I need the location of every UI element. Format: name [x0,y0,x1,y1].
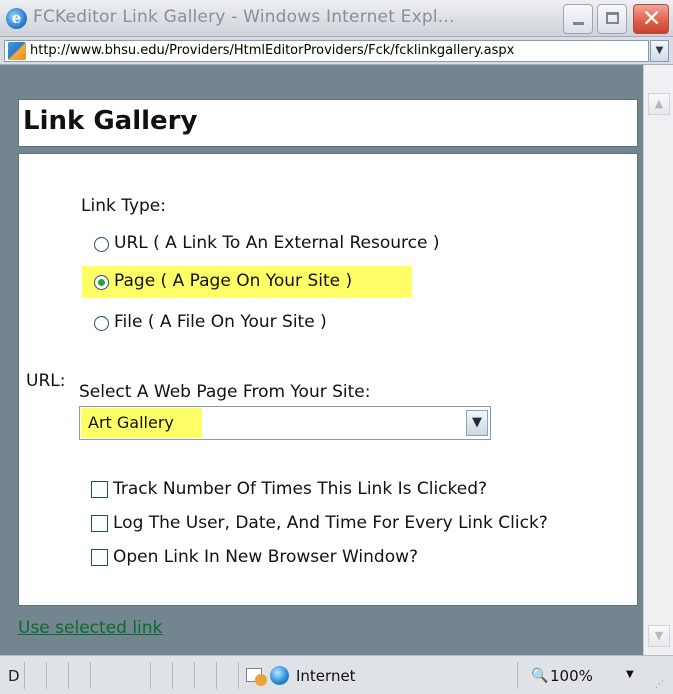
radio-page-label[interactable]: Page ( A Page On Your Site ) [114,271,352,291]
new-window-checkbox[interactable] [91,549,108,566]
vertical-scrollbar[interactable]: ▲ ▼ [643,65,673,655]
radio-url-label[interactable]: URL ( A Link To An External Resource ) [114,233,439,253]
status-divider [238,662,239,689]
address-dropdown-button[interactable]: ▼ [650,40,669,62]
page-select[interactable]: Art Gallery ▼ [79,406,491,440]
status-divider [68,662,69,689]
url-label: URL: [24,371,68,391]
chevron-down-icon[interactable]: ▼ [466,410,488,436]
scroll-up-icon[interactable]: ▲ [648,93,670,115]
close-icon: ✕ [642,6,662,32]
minimize-button[interactable] [563,4,593,34]
page-content: Link Gallery Link Type: URL ( A Link To … [0,65,643,655]
status-text: D [8,667,20,685]
internet-zone-icon [270,666,289,685]
close-button[interactable]: ✕ [633,4,669,34]
track-clicks-label[interactable]: Track Number Of Times This Link Is Click… [113,479,487,499]
header-box: Link Gallery [18,99,638,147]
title-bar: e FCKeditor Link Gallery - Windows Inter… [0,0,673,37]
scroll-down-icon[interactable]: ▼ [648,625,670,647]
link-type-label: Link Type: [81,196,166,216]
zoom-dropdown-icon[interactable]: ▼ [626,669,634,680]
log-user-checkbox[interactable] [91,515,108,532]
page-favicon-icon [8,42,26,60]
url-text[interactable]: http://www.bhsu.edu/Providers/HtmlEditor… [30,43,638,58]
status-divider [216,662,217,689]
radio-file[interactable] [94,316,109,331]
status-divider [517,662,518,689]
ie-logo-icon: e [6,8,27,29]
status-divider [172,662,173,689]
zoom-level[interactable]: 100% [550,667,593,685]
status-divider [24,662,25,689]
minimize-icon [573,22,584,25]
address-field[interactable]: http://www.bhsu.edu/Providers/HtmlEditor… [4,40,649,62]
status-bar: D Internet 🔍 100% ▼ ⋰ [0,655,673,694]
radio-page[interactable] [94,275,109,290]
address-bar: http://www.bhsu.edu/Providers/HtmlEditor… [0,37,673,65]
zoom-icon[interactable]: 🔍 [531,668,548,684]
link-form: Link Type: URL ( A Link To An External R… [18,153,638,606]
status-divider [194,662,195,689]
page-title: Link Gallery [23,106,198,136]
maximize-button[interactable] [597,4,627,34]
resize-grip-icon[interactable]: ⋰ [655,680,669,692]
selected-page: Art Gallery [88,413,174,432]
use-selected-link[interactable]: Use selected link [18,618,162,638]
status-divider [90,662,91,689]
status-divider [46,662,47,689]
track-clicks-checkbox[interactable] [91,481,108,498]
status-divider [150,662,151,689]
window-title: FCKeditor Link Gallery - Windows Interne… [33,7,455,27]
log-user-label[interactable]: Log The User, Date, And Time For Every L… [113,513,548,533]
warning-icon [255,674,267,686]
radio-url[interactable] [94,237,109,252]
select-page-label: Select A Web Page From Your Site: [79,382,371,402]
radio-file-label[interactable]: File ( A File On Your Site ) [114,312,327,332]
new-window-label[interactable]: Open Link In New Browser Window? [113,547,418,567]
security-zone[interactable]: Internet [296,667,356,685]
maximize-icon [606,12,619,24]
